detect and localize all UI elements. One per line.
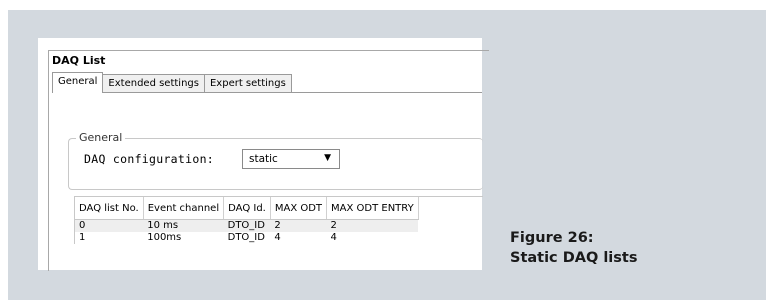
general-group-label: General	[76, 131, 126, 144]
tab-expert-settings[interactable]: Expert settings	[203, 74, 292, 93]
cell-event-channel: 100ms	[147, 232, 182, 243]
daq-configuration-value: static	[249, 153, 278, 165]
cell-max-odt: 4	[274, 232, 281, 243]
cell-daq-id: DTO_ID	[227, 232, 265, 243]
cell-daq-id: DTO_ID	[223, 219, 271, 232]
daq-list-table: DAQ list No. Event channel DAQ Id. MAX O…	[74, 196, 483, 244]
col-max-odt-entry[interactable]: MAX ODT ENTRY	[326, 197, 419, 220]
cell-event-channel: 10 ms	[143, 219, 224, 232]
table-row[interactable]: 1 100ms DTO_ID 4 4	[75, 232, 418, 244]
caption-figure-number: Figure 26:	[510, 230, 594, 246]
tab-bar: General Extended settings Expert setting…	[52, 72, 292, 93]
chevron-down-icon: ▼	[324, 153, 331, 163]
dialog-title: DAQ List	[52, 54, 106, 67]
figure-caption: Figure 26: Static DAQ lists	[510, 228, 637, 268]
caption-title: Static DAQ lists	[510, 250, 638, 266]
col-daq-id[interactable]: DAQ Id.	[223, 197, 271, 220]
tab-general[interactable]: General	[52, 72, 104, 93]
cell-daq-list-no: 0	[75, 219, 144, 232]
col-event-channel[interactable]: Event channel	[143, 197, 225, 220]
daq-configuration-label: DAQ configuration:	[84, 152, 215, 166]
tab-extended-settings[interactable]: Extended settings	[102, 74, 205, 93]
tab-divider	[52, 92, 482, 93]
daq-configuration-select[interactable]: static ▼	[242, 149, 340, 169]
table-row[interactable]: 0 10 ms DTO_ID 2 2	[75, 219, 419, 232]
cell-max-odt: 2	[270, 219, 327, 232]
cell-max-odt-entry: 4	[330, 232, 337, 243]
table-header-row: DAQ list No. Event channel DAQ Id. MAX O…	[75, 197, 419, 220]
cell-max-odt-entry: 2	[326, 219, 419, 232]
col-daq-list-no[interactable]: DAQ list No.	[75, 197, 144, 220]
col-max-odt[interactable]: MAX ODT	[270, 197, 328, 220]
cell-daq-list-no: 1	[79, 232, 86, 243]
